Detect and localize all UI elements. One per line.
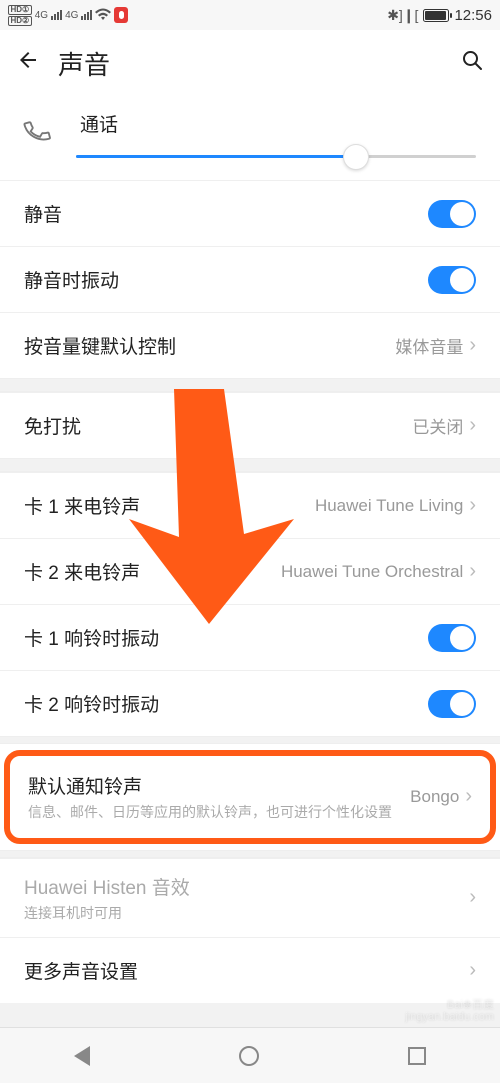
histen-row[interactable]: Huawei Histen 音效 连接耳机时可用 › <box>0 858 500 937</box>
settings-list: 通话 静音 静音时振动 按音量键默认控制 媒体音量 › 免打扰 已关闭 › 卡 … <box>0 96 500 1003</box>
silent-row[interactable]: 静音 <box>0 180 500 246</box>
histen-label: Huawei Histen 音效 <box>24 873 469 900</box>
sim2-vibrate-label: 卡 2 响铃时振动 <box>24 690 428 717</box>
chevron-icon: › <box>469 414 476 437</box>
sim2-ringtone-label: 卡 2 来电铃声 <box>24 558 281 585</box>
phone-icon <box>20 113 56 154</box>
sim1-vibrate-label: 卡 1 响铃时振动 <box>24 624 428 651</box>
slider-thumb[interactable] <box>343 144 369 170</box>
sim1-vibrate-row[interactable]: 卡 1 响铃时振动 <box>0 604 500 670</box>
wifi-icon <box>95 7 111 24</box>
sim2-vibrate-row[interactable]: 卡 2 响铃时振动 <box>0 670 500 736</box>
dnd-row[interactable]: 免打扰 已关闭 › <box>0 392 500 458</box>
status-right: ✱]❙[ 12:56 <box>387 7 492 24</box>
highlight-annotation: 默认通知铃声 信息、邮件、日历等应用的默认铃声，也可进行个性化设置 Bongo … <box>4 750 496 844</box>
section-gap <box>0 850 500 858</box>
sim1-ringtone-label: 卡 1 来电铃声 <box>24 492 315 519</box>
default-notification-value: Bongo <box>410 787 459 807</box>
mic-icon <box>114 7 128 23</box>
battery-icon <box>423 9 449 22</box>
bluetooth-vibrate-icon: ✱]❙[ <box>387 7 418 24</box>
watermark-line2: jingyan.baidu.com <box>405 1011 494 1023</box>
volume-key-default-value: 媒体音量 <box>395 333 463 358</box>
net-label-1: 4G <box>35 10 48 21</box>
status-left: HD① HD② 4G 4G <box>8 5 128 26</box>
volume-key-default-label: 按音量键默认控制 <box>24 332 395 359</box>
sim2-ringtone-row[interactable]: 卡 2 来电铃声 Huawei Tune Orchestral › <box>0 538 500 604</box>
chevron-icon: › <box>469 959 476 982</box>
sim2-ringtone-value: Huawei Tune Orchestral <box>281 562 463 582</box>
call-volume-row: 通话 <box>0 96 500 180</box>
default-notification-sub: 信息、邮件、日历等应用的默认铃声，也可进行个性化设置 <box>28 803 410 822</box>
chevron-icon: › <box>465 785 472 808</box>
call-volume-slider[interactable] <box>76 155 476 158</box>
histen-sub: 连接耳机时可用 <box>24 904 469 923</box>
search-button[interactable] <box>460 48 484 79</box>
section-gap <box>0 736 500 744</box>
silent-toggle[interactable] <box>428 200 476 228</box>
nav-bar <box>0 1027 500 1083</box>
chevron-icon: › <box>469 494 476 517</box>
signal-icon-2 <box>81 10 92 20</box>
section-gap <box>0 378 500 392</box>
nav-recent-button[interactable] <box>408 1047 426 1065</box>
hd2-badge: HD② <box>8 16 32 26</box>
clock: 12:56 <box>454 7 492 24</box>
chevron-icon: › <box>469 560 476 583</box>
page-header: 声音 <box>0 30 500 96</box>
section-gap <box>0 458 500 472</box>
sim1-ringtone-row[interactable]: 卡 1 来电铃声 Huawei Tune Living › <box>0 472 500 538</box>
nav-home-button[interactable] <box>239 1046 259 1066</box>
more-sound-label: 更多声音设置 <box>24 957 469 984</box>
sim2-vibrate-toggle[interactable] <box>428 690 476 718</box>
more-sound-row[interactable]: 更多声音设置 › <box>0 937 500 1003</box>
vibrate-on-silent-row[interactable]: 静音时振动 <box>0 246 500 312</box>
back-button[interactable] <box>16 47 40 79</box>
page-title: 声音 <box>58 45 442 82</box>
signal-icon-1 <box>51 10 62 20</box>
dnd-value: 已关闭 <box>412 413 463 438</box>
net-label-2: 4G <box>65 10 78 21</box>
dnd-label: 免打扰 <box>24 412 412 439</box>
sim1-vibrate-toggle[interactable] <box>428 624 476 652</box>
default-notification-label: 默认通知铃声 <box>28 772 410 799</box>
status-bar: HD① HD② 4G 4G ✱]❙[ 12:56 <box>0 0 500 30</box>
default-notification-row[interactable]: 默认通知铃声 信息、邮件、日历等应用的默认铃声，也可进行个性化设置 Bongo … <box>10 756 490 838</box>
vibrate-on-silent-label: 静音时振动 <box>24 266 428 293</box>
chevron-icon: › <box>469 886 476 909</box>
sim1-ringtone-value: Huawei Tune Living <box>315 496 463 516</box>
nav-back-button[interactable] <box>74 1046 90 1066</box>
hd1-badge: HD① <box>8 5 32 15</box>
slider-label: 通话 <box>80 110 476 137</box>
volume-key-default-row[interactable]: 按音量键默认控制 媒体音量 › <box>0 312 500 378</box>
chevron-icon: › <box>469 334 476 357</box>
vibrate-on-silent-toggle[interactable] <box>428 266 476 294</box>
silent-label: 静音 <box>24 200 428 227</box>
